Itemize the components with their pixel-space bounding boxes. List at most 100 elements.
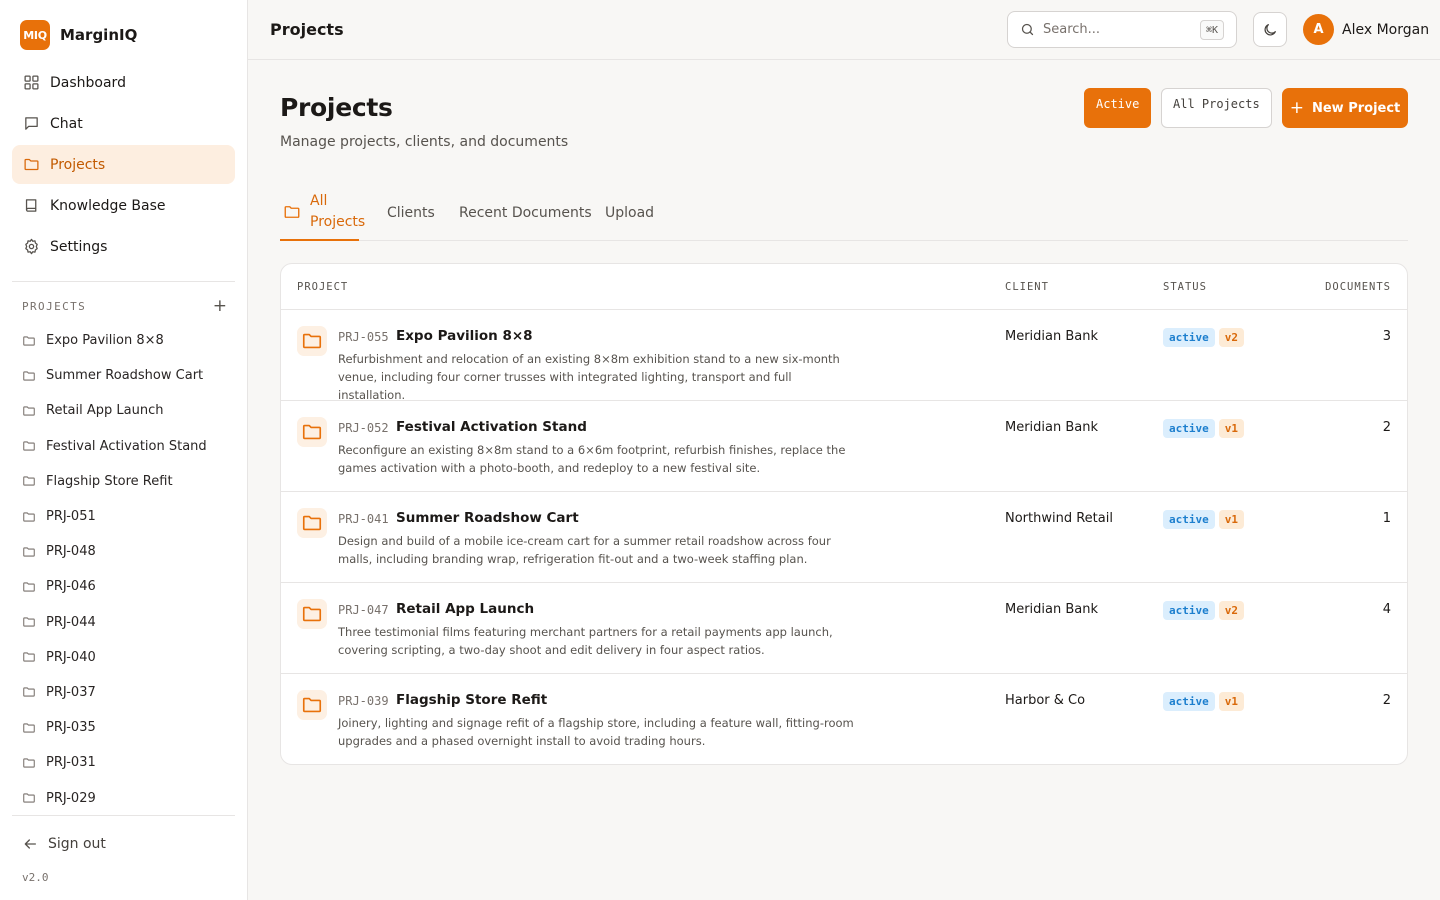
folder-icon bbox=[22, 791, 36, 805]
tab-all-projects[interactable]: All Projects bbox=[280, 184, 365, 241]
project-name[interactable]: Retail App Launch bbox=[396, 601, 534, 617]
new-project-button[interactable]: + New Project bbox=[1282, 88, 1408, 128]
sidebar-project-item[interactable]: PRJ-035 bbox=[12, 710, 235, 745]
sidebar-divider bbox=[12, 815, 235, 816]
search-box[interactable]: ⌘K bbox=[1007, 11, 1237, 48]
document-count: 2 bbox=[1382, 420, 1391, 435]
project-name[interactable]: Summer Roadshow Cart bbox=[396, 510, 579, 526]
folder-icon bbox=[297, 599, 327, 629]
sidebar-project-item[interactable]: Retail App Launch bbox=[12, 393, 235, 428]
column-header-client[interactable]: CLIENT bbox=[1005, 281, 1049, 293]
page-title: Projects bbox=[280, 93, 393, 122]
sidebar-project-label: PRJ-040 bbox=[46, 649, 96, 665]
table-row[interactable]: PRJ-055 Expo Pavilion 8×8 Refurbishment an… bbox=[281, 310, 1407, 402]
sidebar-project-label: Retail App Launch bbox=[46, 403, 164, 419]
folder-icon bbox=[22, 615, 36, 629]
table-row[interactable]: PRJ-041 Summer Roadshow Cart Design and bu… bbox=[281, 492, 1407, 583]
sidebar-project-item[interactable]: Summer Roadshow Cart bbox=[12, 358, 235, 393]
book-icon bbox=[22, 197, 40, 215]
sidebar-project-item[interactable]: Expo Pavilion 8×8 bbox=[12, 323, 235, 358]
nav-item-label: Dashboard bbox=[50, 74, 126, 91]
app-version: v2.0 bbox=[22, 871, 49, 884]
version-badge: v2 bbox=[1218, 328, 1244, 347]
table-row[interactable]: PRJ-052 Festival Activation Stand Reconfig… bbox=[281, 401, 1407, 492]
projects-section-title: PROJECTS bbox=[22, 299, 87, 313]
document-count: 4 bbox=[1382, 602, 1391, 617]
sidebar-project-label: PRJ-031 bbox=[46, 755, 96, 771]
project-description: Three testimonial films featuring mercha… bbox=[338, 625, 833, 657]
document-count: 3 bbox=[1382, 329, 1391, 344]
avatar: A bbox=[1303, 14, 1334, 45]
user-menu[interactable]: A Alex Morgan bbox=[1303, 14, 1429, 45]
search-icon bbox=[1020, 22, 1035, 37]
project-name[interactable]: Expo Pavilion 8×8 bbox=[396, 328, 533, 344]
folder-icon bbox=[22, 685, 36, 699]
version-badge: v1 bbox=[1218, 510, 1244, 529]
folder-icon bbox=[297, 326, 327, 356]
sidebar-project-item[interactable]: PRJ-031 bbox=[12, 745, 235, 780]
sidebar-divider bbox=[12, 281, 235, 282]
nav-item-knowledge-base[interactable]: Knowledge Base bbox=[12, 186, 235, 225]
sidebar-project-label: Expo Pavilion 8×8 bbox=[46, 333, 164, 349]
folder-icon bbox=[22, 404, 36, 418]
project-client: Meridian Bank bbox=[1005, 602, 1099, 617]
sidebar-project-item[interactable]: Flagship Store Refit bbox=[12, 464, 235, 499]
nav-item-label: Chat bbox=[50, 115, 83, 132]
folder-icon bbox=[297, 508, 327, 538]
column-header-status[interactable]: STATUS bbox=[1163, 281, 1207, 293]
document-count: 1 bbox=[1382, 511, 1391, 526]
nav-item-dashboard[interactable]: Dashboard bbox=[12, 63, 235, 102]
sidebar-project-item[interactable]: PRJ-029 bbox=[12, 780, 235, 815]
project-client: Northwind Retail bbox=[1005, 511, 1113, 526]
tab-label-line2: Projects bbox=[310, 213, 366, 230]
folder-icon bbox=[22, 580, 36, 594]
filter-active-button[interactable]: Active bbox=[1084, 88, 1152, 128]
sidebar-project-item[interactable]: PRJ-046 bbox=[12, 569, 235, 604]
search-input[interactable] bbox=[1043, 22, 1183, 37]
sidebar-project-item[interactable]: PRJ-044 bbox=[12, 605, 235, 640]
project-status: active v1 bbox=[1163, 692, 1248, 711]
sidebar-project-item[interactable]: PRJ-037 bbox=[12, 675, 235, 710]
filter-all-projects-button[interactable]: All Projects bbox=[1161, 88, 1272, 128]
projects-table: PROJECT CLIENT STATUS DOCUMENTS PRJ-055 E… bbox=[280, 263, 1408, 765]
nav-item-settings[interactable]: Settings bbox=[12, 227, 235, 266]
topbar-title: Projects bbox=[270, 20, 344, 39]
table-row[interactable]: PRJ-039 Flagship Store Refit Joinery, ligh… bbox=[281, 674, 1407, 764]
tab-clients[interactable]: Clients bbox=[387, 184, 435, 241]
projects-section-header: PROJECTS + bbox=[22, 298, 227, 315]
sidebar-project-item[interactable]: Festival Activation Stand bbox=[12, 429, 235, 464]
theme-toggle-button[interactable] bbox=[1253, 12, 1287, 47]
column-header-project[interactable]: PROJECT bbox=[297, 281, 348, 293]
project-client: Meridian Bank bbox=[1005, 329, 1099, 344]
sidebar-project-item[interactable]: PRJ-040 bbox=[12, 640, 235, 675]
sign-out-button[interactable]: Sign out bbox=[22, 836, 106, 852]
tab-recent-documents[interactable]: Recent Documents bbox=[459, 184, 592, 241]
status-badge: active bbox=[1163, 601, 1215, 620]
tab-label: All Projects bbox=[310, 191, 365, 233]
nav-item-chat[interactable]: Chat bbox=[12, 104, 235, 143]
project-status: active v1 bbox=[1163, 510, 1248, 529]
tab-upload[interactable]: Upload bbox=[605, 184, 654, 241]
plus-icon: + bbox=[1289, 98, 1304, 118]
brand[interactable]: MIQ MarginIQ bbox=[20, 20, 137, 50]
status-badge: active bbox=[1163, 510, 1215, 529]
project-status: active v2 bbox=[1163, 601, 1248, 620]
folder-icon bbox=[22, 369, 36, 383]
table-row[interactable]: PRJ-047 Retail App Launch Three testimonia… bbox=[281, 583, 1407, 674]
document-count: 2 bbox=[1382, 693, 1391, 708]
main-nav: Dashboard Chat Projects Knowledge Base S… bbox=[12, 63, 235, 268]
project-name[interactable]: Flagship Store Refit bbox=[396, 692, 547, 708]
project-name[interactable]: Festival Activation Stand bbox=[396, 419, 587, 435]
sidebar-project-item[interactable]: PRJ-048 bbox=[12, 534, 235, 569]
brand-logo: MIQ bbox=[20, 20, 50, 50]
column-header-documents[interactable]: DOCUMENTS bbox=[1325, 281, 1391, 293]
sidebar: MIQ MarginIQ Dashboard Chat Projects Kno… bbox=[0, 0, 248, 900]
tab-label-line1: All bbox=[310, 192, 328, 209]
sidebar-project-label: Festival Activation Stand bbox=[46, 438, 207, 454]
folder-icon bbox=[297, 417, 327, 447]
add-project-icon[interactable]: + bbox=[213, 298, 227, 315]
project-description: Design and build of a mobile ice-cream c… bbox=[338, 534, 831, 566]
nav-item-projects[interactable]: Projects bbox=[12, 145, 235, 184]
project-description: Joinery, lighting and signage refit of a… bbox=[338, 716, 854, 748]
sidebar-project-item[interactable]: PRJ-051 bbox=[12, 499, 235, 534]
